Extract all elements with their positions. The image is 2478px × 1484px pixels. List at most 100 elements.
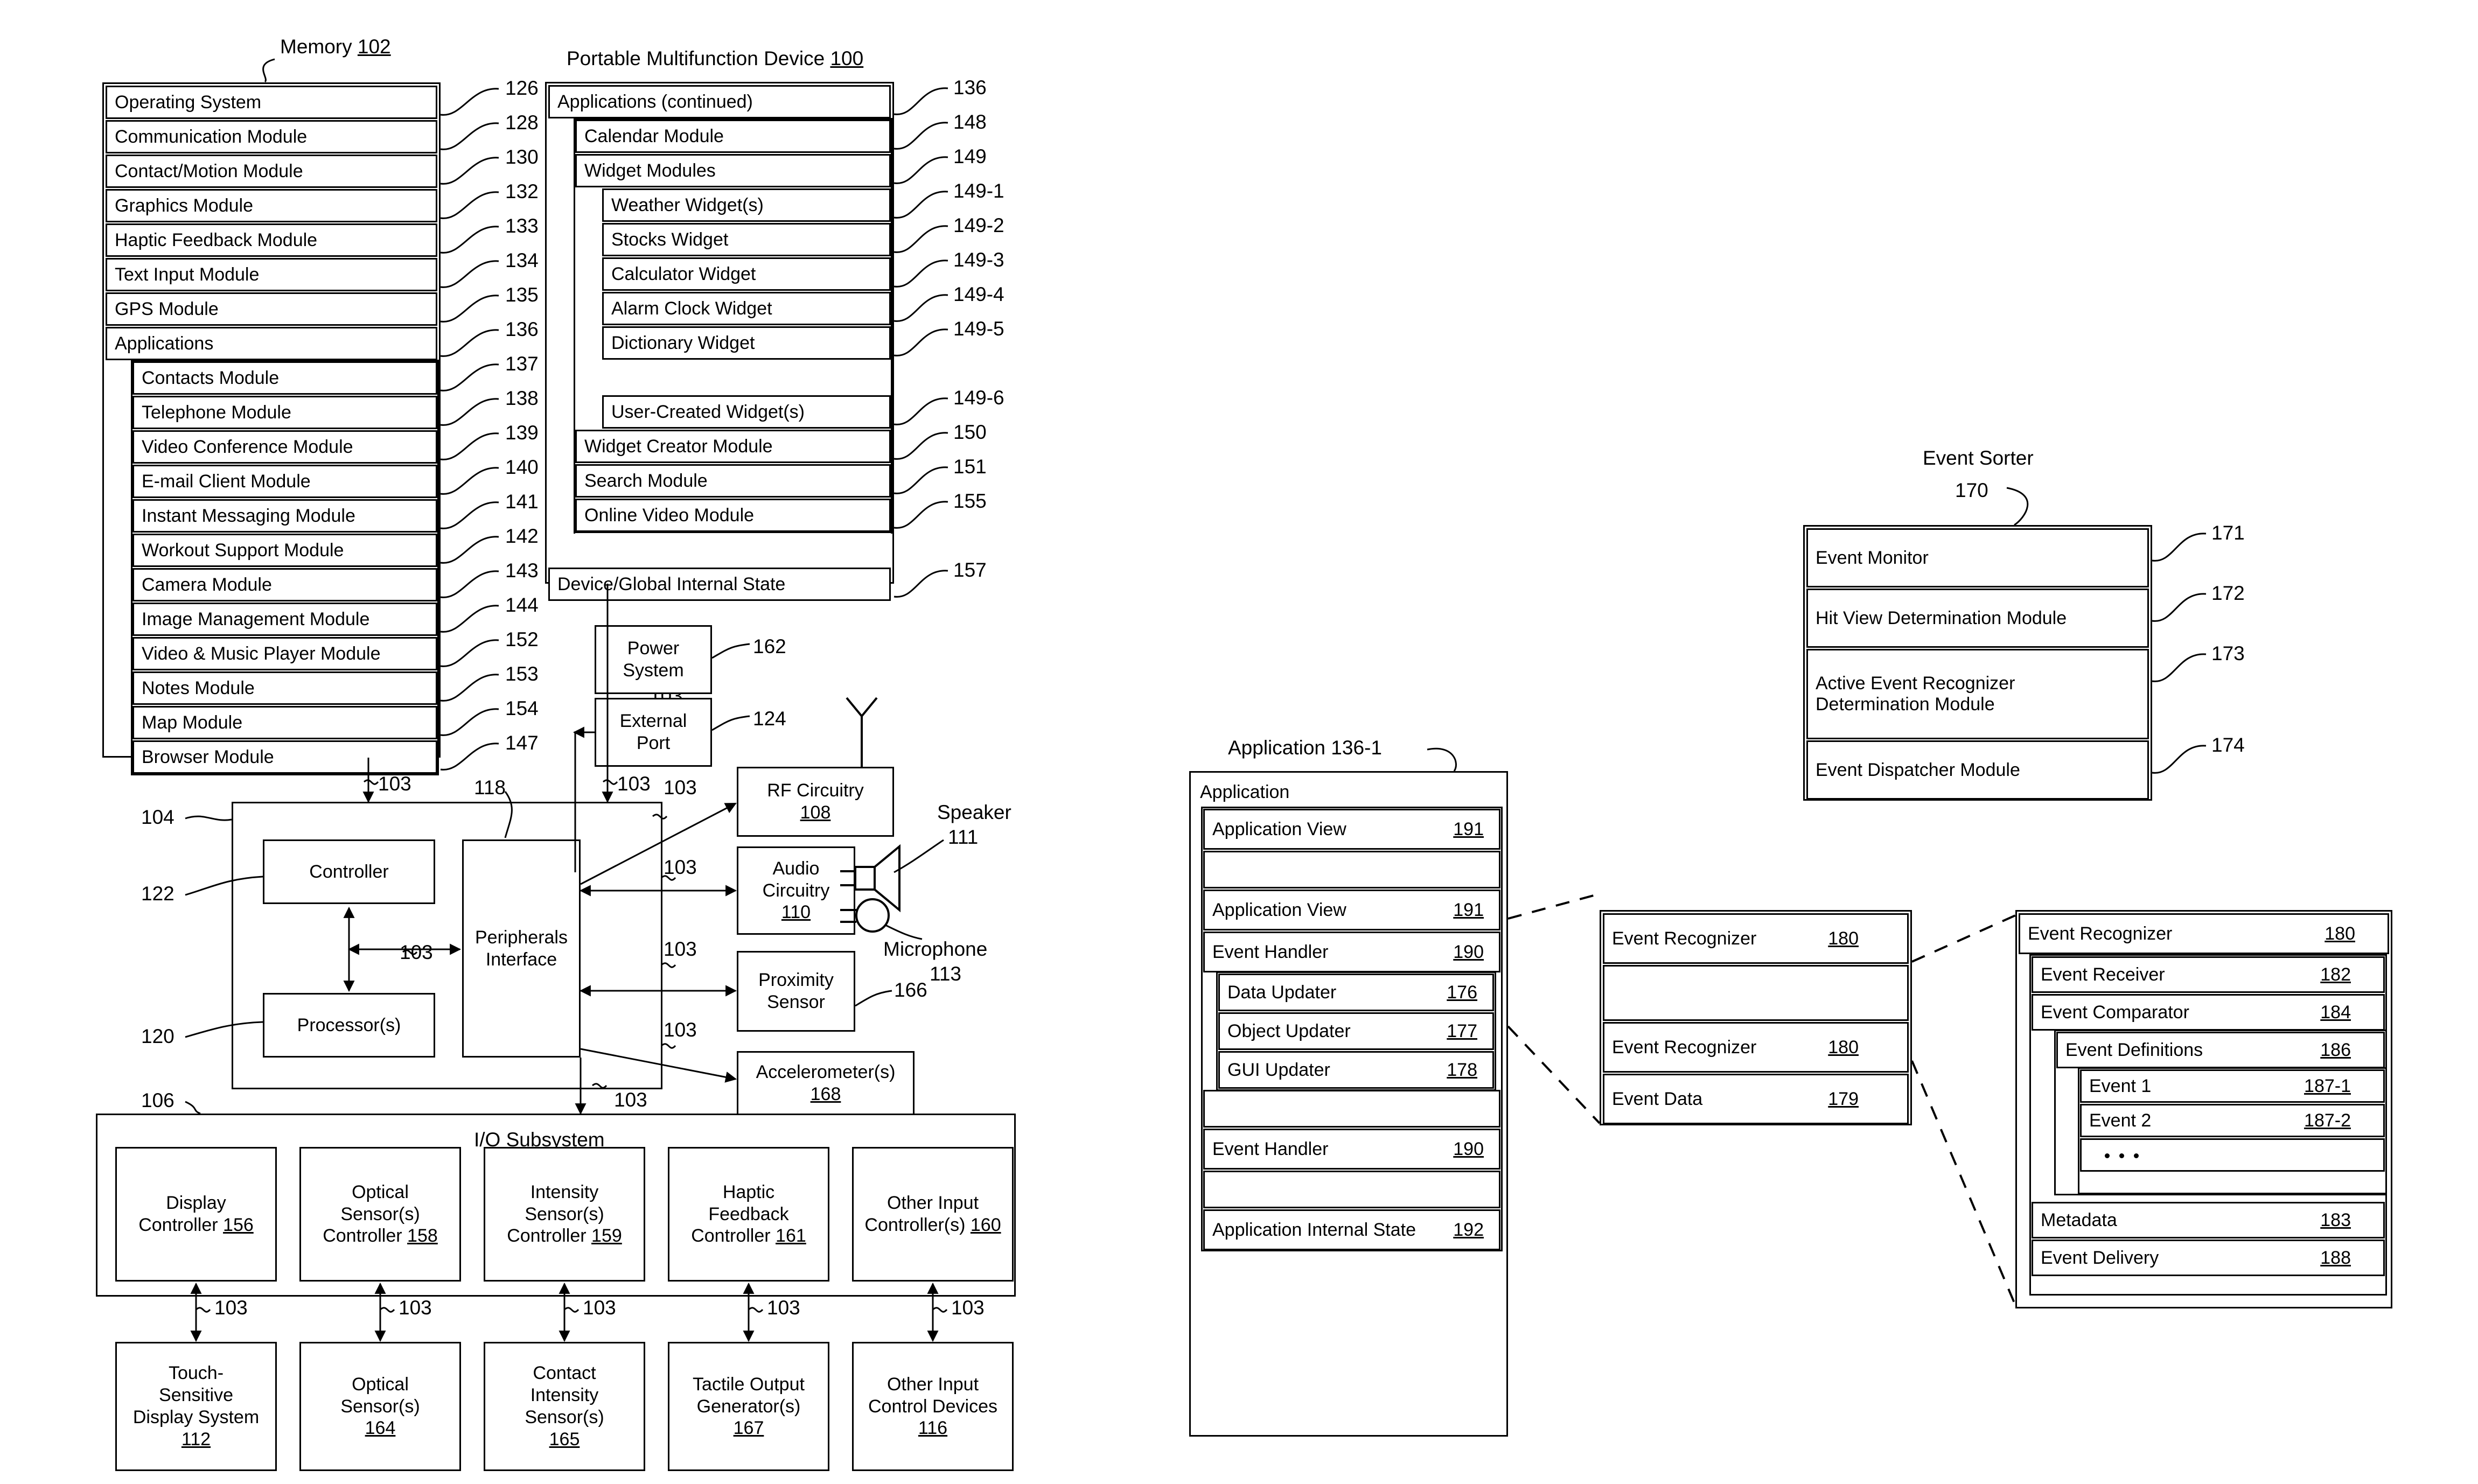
event-sorter-title: Event Sorter: [1923, 447, 2034, 469]
io-controller-line2-text: Controller: [138, 1215, 224, 1235]
device-item-label: Calculator Widget: [611, 263, 756, 284]
io-controller-line3-text: Controller: [507, 1226, 592, 1247]
power-system-label: Power System: [623, 638, 684, 681]
application-item-label: Application View: [1212, 818, 1346, 839]
ref-111: 111: [948, 826, 979, 848]
peripherals-interface-box: Peripherals Interface: [462, 839, 581, 1058]
application-item-label: Event Handler: [1212, 941, 1329, 962]
er-event-delivery: Event Delivery 188: [2032, 1240, 2385, 1276]
io-device-box: Contact Intensity Sensor(s) 165: [484, 1342, 645, 1471]
er-event-delivery-ref: 188: [2320, 1247, 2351, 1268]
io-controller-line1: Optical: [352, 1181, 409, 1202]
device-ref: 136: [953, 76, 987, 99]
memory-item-ref: 143: [505, 559, 539, 582]
application-item-label: GUI Updater: [1227, 1059, 1330, 1080]
ref-106-core: 106: [141, 1089, 174, 1111]
io-device-line2: Sensor(s): [340, 1396, 420, 1417]
io-device-ref: 165: [549, 1429, 580, 1450]
memory-item: Map Module: [132, 706, 437, 739]
device-item-label: Search Module: [584, 470, 708, 491]
ref-162: 162: [753, 635, 786, 657]
er-event-1: Event 1 187-1: [2080, 1069, 2385, 1103]
io-controller-box: Optical Sensor(s) Controller 158: [299, 1147, 461, 1282]
processors-box: Processor(s): [263, 993, 435, 1058]
memory-item: Telephone Module: [132, 396, 437, 429]
ref-120: 120: [141, 1025, 174, 1047]
device-item: Weather Widget(s): [602, 188, 891, 222]
memory-item-label: Haptic Feedback Module: [115, 229, 318, 250]
device-item: Online Video Module: [575, 499, 891, 532]
event-sorter-item-ref: 171: [2211, 522, 2245, 544]
event-recognizer-list-item-label: Event Data: [1612, 1088, 1703, 1109]
memory-item-ref: 137: [505, 353, 539, 375]
ref-103-a: 103: [378, 773, 411, 795]
ref-103-b: 103: [617, 773, 651, 795]
io-controller-box: Display Controller 156: [115, 1147, 277, 1282]
device-item-label: Device/Global Internal State: [557, 573, 786, 594]
memory-item-label: Graphics Module: [115, 195, 254, 216]
device-item: [575, 533, 891, 566]
memory-item-ref: 152: [505, 628, 539, 650]
memory-item-ref: 135: [505, 284, 539, 306]
memory-item: Workout Support Module: [132, 534, 437, 567]
proximity-sensor-box: Proximity Sensor: [737, 951, 855, 1032]
controller-box: Controller: [263, 839, 435, 904]
event-sorter-item-ref: 174: [2211, 734, 2245, 756]
application-item-ref: 176: [1447, 982, 1477, 1003]
io-controller-line3: Controller 158: [323, 1225, 438, 1247]
device-item: User-Created Widget(s): [602, 395, 891, 429]
event-recognizer-list-item: Event Data 179: [1603, 1074, 1909, 1124]
memory-item-label: Workout Support Module: [142, 540, 344, 561]
device-item-ref: 157: [953, 559, 987, 581]
memory-title: Memory 102: [280, 36, 391, 58]
io-controller-line1: Intensity: [530, 1181, 599, 1202]
io-device-line1: Tactile Output: [693, 1374, 805, 1395]
audio-circuitry-label: Audio Circuitry: [762, 858, 830, 901]
device-applications-continued-label: Applications (continued): [557, 91, 753, 112]
memory-item-label: Instant Messaging Module: [142, 505, 355, 526]
io-link-ref: 103: [767, 1297, 800, 1319]
processors-label: Processor(s): [297, 1014, 401, 1035]
memory-item: Contact/Motion Module: [106, 155, 437, 188]
speaker-label: Speaker: [937, 801, 1011, 823]
rf-circuitry-ref: 108: [800, 802, 831, 823]
application-item-label: Event Handler: [1212, 1138, 1329, 1159]
memory-item-label: Browser Module: [142, 746, 274, 767]
device-item-ref: 151: [953, 456, 987, 478]
memory-item-label: Video & Music Player Module: [142, 643, 381, 664]
ref-103-f: 103: [664, 776, 697, 799]
memory-item-label: Contact/Motion Module: [115, 160, 303, 181]
device-item-label: Weather Widget(s): [611, 194, 764, 215]
io-device-box: Other Input Control Devices 116: [852, 1342, 1014, 1471]
io-link-ref: 103: [399, 1297, 432, 1319]
application-item-ref: 192: [1453, 1219, 1484, 1240]
power-system-box: Power System: [595, 625, 712, 694]
device-item: Search Module: [575, 464, 891, 498]
device-item: Alarm Clock Widget: [602, 292, 891, 325]
application-header-label: Application: [1200, 782, 1290, 802]
io-device-ref: 116: [918, 1418, 948, 1439]
application-item-ref: 177: [1447, 1020, 1477, 1041]
io-device-box: Tactile Output Generator(s) 167: [668, 1342, 829, 1471]
io-controller-line1: Haptic: [722, 1181, 775, 1202]
er-detail-header-ref: 180: [2325, 923, 2355, 944]
event-recognizer-list-item-ref: 180: [1828, 928, 1859, 949]
device-item-ref: 149-1: [953, 180, 1004, 202]
er-event-2-ref: 187-2: [2304, 1110, 2351, 1131]
device-item-label: Widget Modules: [584, 160, 716, 181]
memory-item-ref: 126: [505, 77, 539, 99]
device-applications-continued: Applications (continued): [548, 85, 891, 118]
application-item-label: Application Internal State: [1212, 1219, 1416, 1240]
memory-item: Communication Module: [106, 120, 437, 153]
io-device-ref: 164: [365, 1418, 396, 1439]
er-event-delivery-label: Event Delivery: [2041, 1247, 2159, 1268]
memory-item-label: Telephone Module: [142, 402, 291, 423]
memory-item-label: Camera Module: [142, 574, 272, 595]
memory-item-label: Contacts Module: [142, 367, 280, 388]
application-item: Data Updater 176: [1218, 974, 1494, 1011]
application-item-label: Data Updater: [1227, 982, 1337, 1003]
er-event-receiver: Event Receiver 182: [2032, 956, 2385, 993]
application-item-ref: 178: [1447, 1059, 1477, 1080]
event-sorter-item-label: Active Event Recognizer Determination Mo…: [1816, 673, 2015, 715]
device-title: Portable Multifunction Device 100: [567, 47, 864, 69]
